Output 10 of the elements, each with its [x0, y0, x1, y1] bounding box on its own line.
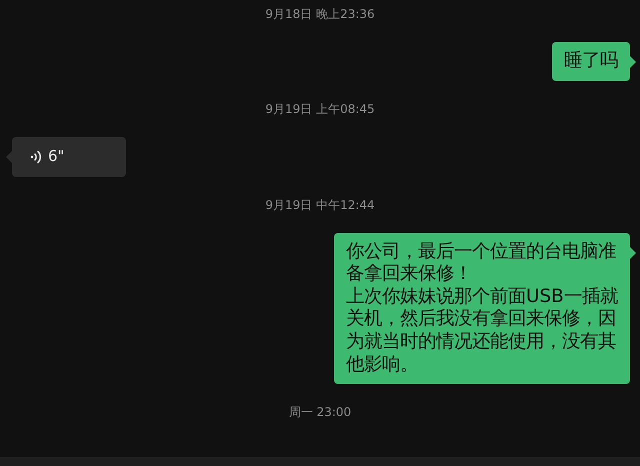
voice-duration: 6" [48, 146, 64, 168]
voice-message-bubble[interactable]: 6" [12, 136, 126, 177]
timestamp: 9月18日 晚上23:36 [265, 6, 375, 22]
timestamp: 周一 23:00 [288, 404, 352, 420]
message-text: 睡了吗 [564, 50, 618, 73]
message-text: 上次你妹妹说那个前面USB一插就关机，然后我没有拿回来保修，因为就当时的情况还能使用，没有其他影响。 [346, 286, 618, 376]
message-text: 你公司，最后一个位置的台电脑准备拿回来保修！ [346, 240, 617, 286]
voice-icon [30, 148, 42, 165]
timestamp: 9月19日 上午08:45 [265, 100, 375, 117]
timestamp: 9月19日 中午12:44 [265, 196, 375, 213]
